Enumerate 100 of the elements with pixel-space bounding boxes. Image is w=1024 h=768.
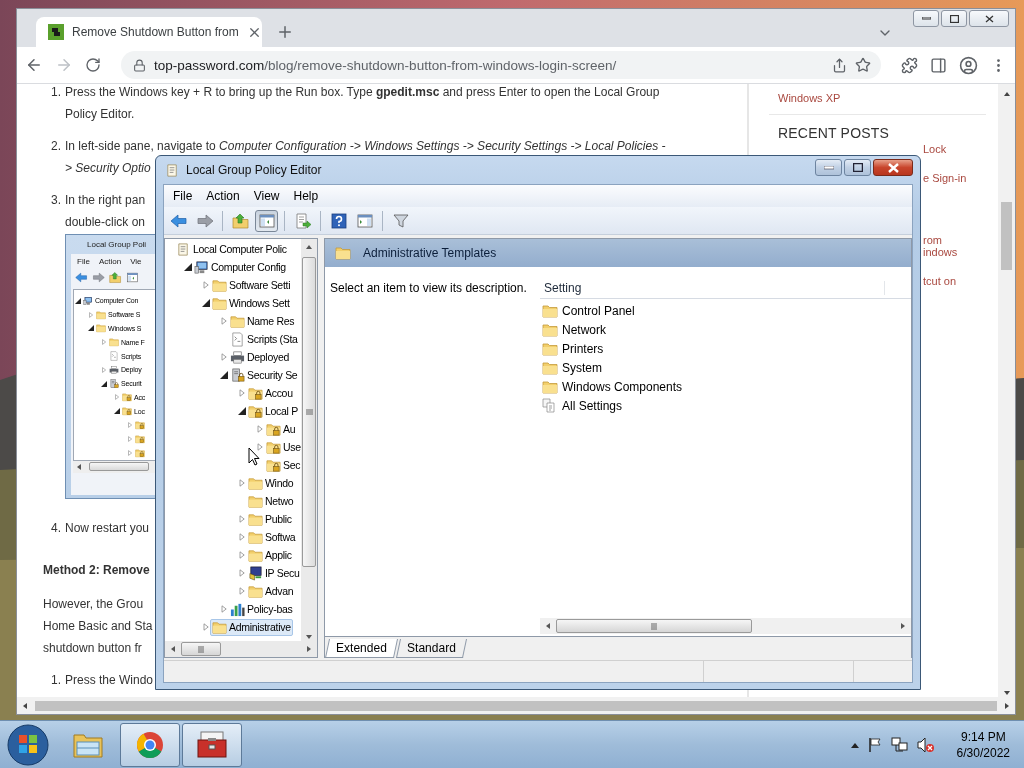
view-tab[interactable]: Standard (395, 639, 467, 658)
sidebar-link[interactable]: e Sign-in (923, 172, 967, 184)
expand-arrow-icon[interactable] (237, 551, 246, 559)
browser-tab[interactable]: Remove Shutdown Button from (36, 17, 262, 47)
expand-arrow-icon[interactable] (237, 569, 246, 577)
expand-arrow-icon[interactable] (88, 311, 94, 318)
column-header[interactable]: Setting (540, 280, 885, 295)
tree-item[interactable]: Windows Sett (210, 294, 292, 312)
close-button[interactable] (873, 159, 913, 176)
reload-icon[interactable] (85, 57, 101, 73)
back-icon[interactable] (25, 56, 43, 74)
scrollbar-thumb[interactable] (181, 642, 221, 656)
expand-arrow-icon[interactable] (114, 394, 120, 401)
collapse-arrow-icon[interactable] (237, 407, 246, 415)
puzzle-icon[interactable] (901, 56, 918, 74)
vertical-scrollbar[interactable] (998, 84, 1015, 697)
volume-muted-icon[interactable] (916, 736, 935, 753)
scrollbar-thumb[interactable] (1001, 202, 1012, 270)
expand-arrow-icon[interactable] (255, 443, 264, 451)
expand-arrow-icon[interactable] (201, 623, 210, 631)
scrollbar-thumb[interactable] (302, 257, 316, 567)
scroll-right-icon[interactable] (899, 622, 907, 630)
expand-arrow-icon[interactable] (127, 449, 133, 456)
tree-item[interactable]: IP Secu (246, 564, 301, 582)
tree-item[interactable] (134, 432, 146, 446)
expand-arrow-icon[interactable] (237, 587, 246, 595)
view-tab[interactable]: Extended (325, 639, 398, 658)
collapse-arrow-icon[interactable] (101, 380, 107, 387)
address-bar[interactable]: top-password.com/blog/remove-shutdown-button-from-windows-login-screen/ (121, 51, 881, 79)
scroll-up-icon[interactable] (305, 243, 313, 251)
start-button[interactable] (6, 722, 50, 767)
tree-item[interactable]: Softwa (246, 528, 298, 546)
tree-item[interactable]: Use (264, 438, 301, 456)
expand-arrow-icon[interactable] (219, 317, 228, 325)
expand-arrow-icon[interactable] (237, 515, 246, 523)
clock-time[interactable]: 9:14 PM (960, 728, 1006, 745)
list-item[interactable]: All Settings (540, 397, 625, 414)
horizontal-scrollbar[interactable] (17, 697, 1015, 714)
collapse-arrow-icon[interactable] (219, 371, 228, 379)
side-panel-icon[interactable] (930, 56, 947, 74)
scroll-left-icon[interactable] (21, 701, 29, 710)
expand-arrow-icon[interactable] (127, 422, 133, 429)
scroll-left-icon[interactable] (169, 645, 177, 653)
expand-arrow-icon[interactable] (237, 389, 246, 397)
clock-date[interactable]: 6/30/2022 (956, 744, 1010, 761)
scrollbar-thumb[interactable] (556, 619, 752, 633)
tree-item[interactable]: Windo (246, 474, 296, 492)
maximize-button[interactable] (844, 159, 871, 176)
collapse-arrow-icon[interactable] (88, 325, 94, 332)
tree-item[interactable]: Local P (246, 402, 300, 420)
tree-item[interactable]: Local Computer Polic (174, 240, 289, 258)
expand-arrow-icon[interactable] (101, 339, 107, 346)
scrollbar-thumb[interactable] (89, 462, 149, 472)
scrollbar-thumb[interactable] (35, 700, 997, 711)
taskbar-app[interactable] (120, 722, 180, 767)
flag-icon[interactable] (866, 736, 883, 753)
tree-item[interactable]: Public (246, 510, 294, 528)
tree-item[interactable]: Administrative (210, 618, 293, 636)
expand-arrow-icon[interactable] (201, 281, 210, 289)
tree-item[interactable]: Applic (246, 546, 294, 564)
sidebar-link[interactable]: rom (923, 234, 942, 246)
scroll-left-icon[interactable] (544, 622, 552, 630)
list-item[interactable]: Printers (540, 340, 606, 357)
collapse-arrow-icon[interactable] (75, 297, 81, 304)
expand-arrow-icon[interactable] (219, 605, 228, 613)
close-button[interactable] (969, 10, 1009, 27)
tree-item[interactable]: Advan (246, 582, 296, 600)
tree-item[interactable] (134, 418, 146, 432)
show-hidden-icon[interactable] (850, 741, 859, 748)
taskbar-app[interactable] (182, 722, 242, 767)
tree-item[interactable] (134, 446, 146, 460)
list-item[interactable]: Windows Components (540, 378, 685, 395)
tree-item[interactable]: Computer Config (192, 258, 288, 276)
tree-item[interactable]: Policy-bas (228, 600, 295, 618)
vertical-scrollbar[interactable] (301, 239, 317, 641)
menu-item[interactable]: File (168, 189, 198, 203)
expand-arrow-icon[interactable] (255, 425, 264, 433)
collapse-arrow-icon[interactable] (114, 408, 120, 415)
menu-item[interactable]: Help (288, 189, 324, 203)
expand-arrow-icon[interactable] (237, 479, 246, 487)
tree-item[interactable]: Netwo (246, 492, 296, 510)
tree-item[interactable]: Deployed (228, 348, 291, 366)
tree-item[interactable]: Au (264, 420, 298, 438)
horizontal-scrollbar[interactable] (165, 641, 317, 657)
list-item[interactable]: Network (540, 321, 608, 338)
tree-item[interactable]: Name Res (228, 312, 297, 330)
horizontal-scrollbar[interactable] (540, 618, 911, 634)
scroll-up-icon[interactable] (1002, 90, 1011, 98)
tree-item[interactable]: Security Se (228, 366, 300, 384)
sidebar-link[interactable]: Windows XP (778, 92, 841, 104)
scroll-right-icon[interactable] (1003, 701, 1011, 710)
menu-item[interactable]: Action (201, 189, 245, 203)
expand-arrow-icon[interactable] (237, 533, 246, 541)
expand-arrow-icon[interactable] (101, 366, 107, 373)
tree-item[interactable]: Sec (264, 456, 301, 474)
share-icon[interactable] (832, 57, 847, 73)
tree-item[interactable]: Software Setti (210, 276, 293, 294)
menu-item[interactable]: View (248, 189, 285, 203)
sidebar-link[interactable]: indows (923, 246, 958, 258)
expand-arrow-icon[interactable] (219, 353, 228, 361)
